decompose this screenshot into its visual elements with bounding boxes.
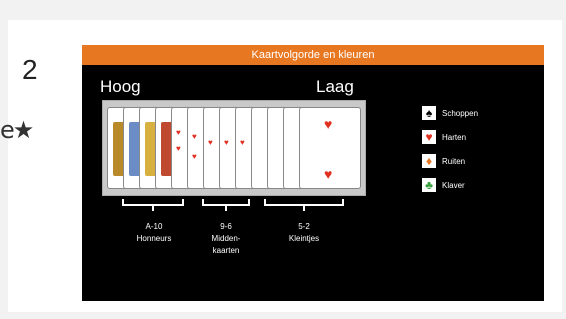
suit-legend: ♠ Schoppen ♥ Harten ♦ Ruiten ♣ Klaver [422, 105, 478, 201]
legend-label: Ruiten [442, 156, 466, 166]
legend-label: Schoppen [442, 108, 479, 118]
brace-tick [152, 206, 154, 211]
heart-icon: ♥ [324, 166, 333, 182]
brace-tick [225, 206, 227, 211]
group-range: 5-2 [298, 222, 310, 231]
group-middenkaarten: 9-6 Midden- kaarten [191, 221, 261, 257]
brace-tick [303, 206, 305, 211]
group-range: 9-6 [220, 222, 232, 231]
thumbnail-image[interactable]: Kaartvolgorde en kleuren Hoog Laag ♥ ♥ ♥… [82, 45, 544, 301]
thumbnail-title: Kaartvolgorde en kleuren [82, 45, 544, 65]
legend-klaver: ♣ Klaver [422, 177, 478, 193]
group-name: Honneurs [136, 234, 172, 243]
heart-icon: ♥ [422, 130, 436, 144]
group-name: Midden- kaarten [211, 234, 241, 255]
legend-schoppen: ♠ Schoppen [422, 105, 478, 121]
rating-star-fragment: e★ [0, 116, 34, 144]
group-honneurs: A-10 Honneurs [119, 221, 189, 245]
heart-icon: ♥ [324, 116, 333, 132]
spade-icon: ♠ [422, 106, 436, 120]
card-two: ♥ ♥ [299, 107, 361, 189]
result-rank: 2 [22, 54, 38, 85]
high-label: Hoog [100, 77, 141, 96]
group-range: A-10 [145, 222, 163, 231]
legend-label: Klaver [442, 180, 465, 190]
club-icon: ♣ [422, 178, 436, 192]
group-name: Kleintjes [288, 234, 320, 243]
brace-middenkaarten [202, 199, 250, 206]
legend-label: Harten [442, 132, 467, 142]
group-kleintjes: 5-2 Kleintjes [269, 221, 339, 245]
card-fan: ♥ ♥ ♥ ♥ ♥ ♥ ♥ ♥ ♥ [102, 100, 366, 196]
legend-ruiten: ♦ Ruiten [422, 153, 478, 169]
low-label: Laag [316, 77, 354, 96]
brace-kleintjes [264, 199, 344, 206]
brace-honneurs [122, 199, 184, 206]
diamond-icon: ♦ [422, 154, 436, 168]
legend-harten: ♥ Harten [422, 129, 478, 145]
